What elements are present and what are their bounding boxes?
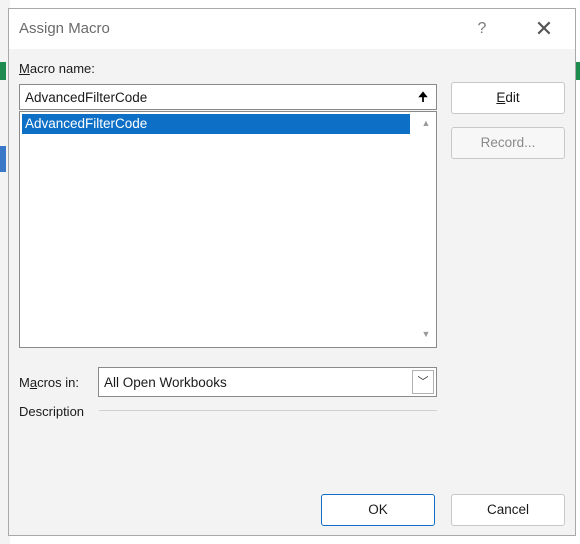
edit-button[interactable]: Edit (451, 82, 565, 114)
macros-in-select[interactable]: All Open Workbooks ﹀ (98, 367, 437, 397)
macro-name-label: Macro name: (19, 61, 95, 76)
cancel-button[interactable]: Cancel (451, 494, 565, 526)
description-divider (99, 410, 437, 411)
ok-button[interactable]: OK (321, 494, 435, 526)
background-cell-marker (0, 146, 6, 172)
macro-name-input[interactable]: AdvancedFilterCode 🠉 (19, 84, 437, 110)
scroll-down-icon[interactable]: ▼ (418, 329, 434, 343)
title-bar: Assign Macro ? ✕ (9, 9, 575, 49)
chevron-down-icon[interactable]: ﹀ (412, 370, 434, 394)
macros-in-label: Macros in: (19, 375, 79, 390)
assign-macro-dialog: Assign Macro ? ✕ Macro name: AdvancedFil… (8, 8, 576, 536)
macros-in-value: All Open Workbooks (104, 375, 227, 390)
close-icon[interactable]: ✕ (529, 15, 559, 43)
list-item[interactable]: AdvancedFilterCode (22, 114, 410, 134)
help-icon[interactable]: ? (467, 17, 497, 41)
background-cell-marker (576, 62, 580, 80)
macro-list[interactable]: AdvancedFilterCode ▲ ▼ (19, 111, 437, 348)
background-cell-marker (0, 62, 6, 80)
description-label: Description (19, 404, 85, 419)
dialog-title: Assign Macro (19, 20, 110, 37)
macro-name-value: AdvancedFilterCode (25, 90, 148, 105)
record-button[interactable]: Record... (451, 127, 565, 159)
collapse-dialog-icon[interactable]: 🠉 (412, 87, 434, 107)
scroll-up-icon[interactable]: ▲ (418, 118, 434, 132)
